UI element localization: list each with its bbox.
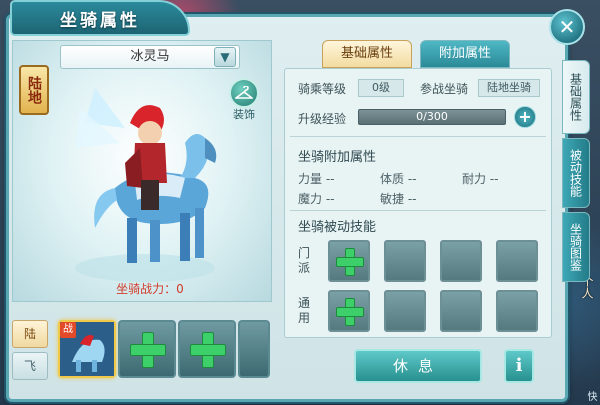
decor-label: 装饰 [233, 108, 255, 121]
add-mount-icon [190, 332, 226, 368]
battle-mount-value: 陆地坐骑 [478, 79, 540, 97]
exp-label: 升级经验 [298, 112, 347, 126]
battle-mount-label: 参战坐骑 [420, 82, 469, 96]
add-exp-button[interactable]: + [514, 106, 536, 128]
scene-shortcut-label: 快 [585, 391, 596, 401]
close-icon: ✕ [558, 15, 576, 39]
battle-badge: 战 [60, 322, 76, 338]
fly-type-button[interactable]: 飞 [12, 352, 48, 380]
side-tab-passive-skills[interactable]: 被动技能 [562, 138, 590, 208]
general-skill-slot-1[interactable] [328, 290, 370, 332]
divider [290, 136, 546, 137]
exp-progress-bar: 0/300 [358, 109, 506, 125]
passive-skills-title: 坐骑被动技能 [298, 220, 377, 235]
panel-title: 坐骑属性 [10, 0, 190, 36]
mount-slot-3[interactable] [178, 320, 236, 378]
side-tab-mount-atlas[interactable]: 坐骑图鉴 [562, 212, 590, 282]
attr-endurance: 耐力 -- [462, 172, 499, 186]
info-icon: i [515, 355, 523, 376]
mount-character-illustration [75, 88, 217, 282]
chevron-down-icon[interactable]: ▼ [214, 47, 236, 67]
add-mount-icon [130, 332, 166, 368]
mount-slot-4[interactable] [238, 320, 270, 378]
info-button[interactable]: i [504, 349, 534, 383]
extra-attrs-title: 坐骑附加属性 [298, 150, 377, 165]
decor-button[interactable]: 装饰 [228, 78, 260, 122]
terrain-badge: 陆地 [19, 65, 49, 115]
sect-skill-slot-1[interactable] [328, 240, 370, 282]
general-skill-slot-2[interactable] [384, 290, 426, 332]
mount-name-select[interactable]: 冰灵马 [60, 45, 240, 69]
mount-slot-2[interactable] [118, 320, 176, 378]
attr-agility: 敏捷 -- [380, 192, 417, 206]
attr-magic: 魔力 -- [298, 192, 335, 206]
rest-button[interactable]: 休息 [354, 349, 482, 383]
plus-icon: + [518, 107, 532, 126]
sect-skill-slot-3[interactable] [440, 240, 482, 282]
general-skills-label: 通用 [298, 296, 311, 325]
mount-power: 坐骑战力：0 [116, 282, 184, 296]
mount-slot-1[interactable]: 战 [58, 320, 116, 378]
divider [290, 210, 546, 211]
ride-level-value: 0级 [358, 79, 404, 97]
tab-basic-attributes[interactable]: 基础属性 [322, 40, 412, 68]
attr-constitution: 体质 -- [380, 172, 417, 186]
sect-skill-slot-4[interactable] [496, 240, 538, 282]
general-skill-slot-4[interactable] [496, 290, 538, 332]
sect-skill-slot-2[interactable] [384, 240, 426, 282]
sect-skills-label: 门派 [298, 246, 311, 275]
side-tab-basic-attributes[interactable]: 基础属性 [562, 60, 590, 134]
ride-level-label: 骑乘等级 [298, 82, 347, 96]
general-skill-slot-3[interactable] [440, 290, 482, 332]
add-skill-icon [336, 248, 364, 276]
tab-extra-attributes[interactable]: 附加属性 [420, 40, 510, 68]
hanger-icon [229, 78, 259, 108]
add-skill-icon [336, 298, 364, 326]
attr-strength: 力量 -- [298, 172, 335, 186]
close-button[interactable]: ✕ [549, 9, 585, 45]
exp-value: 0/300 [416, 110, 448, 123]
land-type-button[interactable]: 陆 [12, 320, 48, 348]
